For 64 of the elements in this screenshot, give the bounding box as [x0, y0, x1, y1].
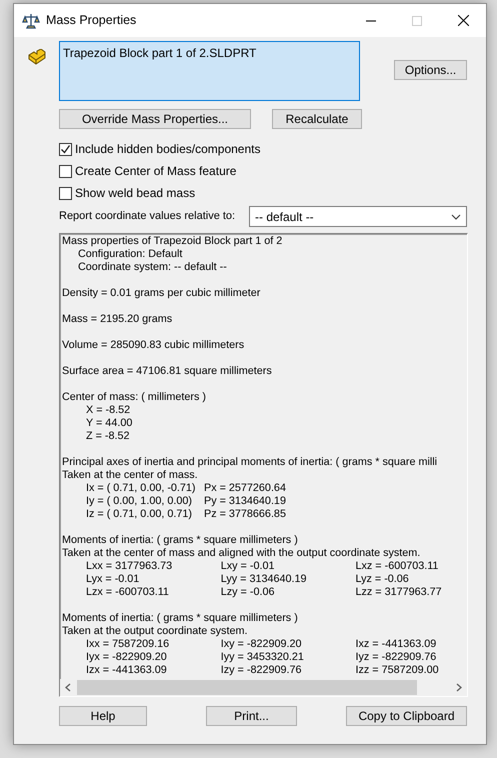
report-value: Iyx = -822909.20	[86, 651, 167, 663]
report-line: Volume = 285090.83 cubic millimeters	[62, 339, 244, 352]
report-line: Taken at the output coordinate system.	[62, 625, 248, 638]
report-value: Z = -8.52	[86, 430, 130, 442]
report-value: X = -8.52	[86, 404, 130, 416]
override-button[interactable]: Override Mass Properties...	[59, 109, 251, 129]
report-value: Lzz = 3177963.77	[356, 586, 442, 598]
coordinate-label: Report coordinate values relative to:	[59, 209, 236, 224]
report-value: Px = 2577260.64	[204, 482, 286, 494]
checkbox[interactable]	[59, 164, 72, 178]
report-value: Lzy = -0.06	[220, 586, 274, 598]
report-line: Coordinate system: -- default --	[78, 261, 227, 274]
report-value: Lxx = 3177963.73	[86, 560, 172, 572]
report-line: Taken at the center of mass.	[62, 469, 198, 482]
report-line: Configuration: Default	[78, 248, 182, 261]
report-value: Ixy = -822909.20	[220, 638, 302, 650]
report-line: Moments of inertia: ( grams * square millimeters )	[62, 534, 298, 547]
report-value: Py = 3134640.19	[204, 495, 286, 507]
recalculate-button[interactable]: Recalculate	[272, 109, 362, 129]
help-button[interactable]: Help	[59, 706, 147, 726]
report-value: Lxz = -600703.11	[356, 560, 438, 572]
report-value: Lyz = -0.06	[356, 573, 409, 585]
report-line: Mass properties of Trapezoid Block part 1 of 2	[62, 235, 282, 248]
close-icon	[458, 15, 468, 26]
report-value: Ixz = -441363.09	[356, 638, 436, 650]
scroll-thumb[interactable]	[77, 680, 417, 695]
print-button[interactable]: Print...	[206, 706, 297, 726]
report-value: Y = 44.00	[86, 417, 132, 429]
report-value: Lyx = -0.01	[86, 573, 140, 585]
checkbox[interactable]	[59, 186, 72, 200]
report-value: Lzx = -600703.11	[86, 586, 169, 598]
checkbox-label[interactable]: Include hidden bodies/components	[75, 140, 260, 158]
report-value: Iyy = 3453320.21	[220, 651, 304, 663]
report-value: Izy = -822909.76	[220, 664, 302, 676]
file-name-field[interactable]: Trapezoid Block part 1 of 2.SLDPRT	[58, 41, 360, 101]
report-line: Density = 0.01 grams per cubic millimeter	[62, 287, 260, 300]
maximize-icon	[412, 16, 422, 26]
checkbox-label[interactable]: Create Center of Mass feature	[75, 162, 236, 180]
report-line: Surface area = 47106.81 square millimeters	[62, 365, 272, 378]
report-line: Taken at the center of mass and aligned with the output coordinate system.	[62, 547, 420, 560]
report-line: Moments of inertia: ( grams * square millimeters )	[62, 612, 298, 625]
report-value: Iy = ( 0.00, 1.00, 0.00)	[86, 495, 192, 507]
report-line: Mass = 2195.20 grams	[62, 313, 172, 326]
report-value: Ixx = 7587209.16	[86, 638, 170, 650]
report-value: Iz = ( 0.71, 0.00, 0.71)	[86, 508, 192, 520]
report-value: Lyy = 3134640.19	[220, 573, 306, 585]
part-icon	[28, 49, 46, 65]
chevron-icon	[451, 214, 461, 220]
report-line: Center of mass: ( millimeters )	[62, 391, 206, 404]
scale-icon	[22, 12, 40, 30]
report-value: Izx = -441363.09	[86, 664, 167, 676]
copy-button[interactable]: Copy to Clipboard	[346, 706, 467, 726]
checkbox[interactable]	[59, 142, 72, 156]
report-value: Ix = ( 0.71, 0.00, -0.71)	[86, 482, 196, 494]
report-value: Izz = 7587209.00	[356, 664, 439, 676]
dropdown-value: -- default --	[255, 208, 314, 226]
options-button[interactable]: Options...	[394, 60, 467, 80]
report-value: Pz = 3778666.85	[204, 508, 286, 520]
report-value: Lxy = -0.01	[220, 560, 274, 572]
coordinate-dropdown[interactable]: -- default --	[249, 206, 467, 227]
window-title: Mass Properties	[46, 12, 138, 30]
checkbox-label[interactable]: Show weld bead mass	[75, 184, 196, 202]
report-line: Principal axes of inertia and principal moments of inertia: ( grams * square milli	[62, 456, 438, 469]
report-value: Iyz = -822909.76	[356, 651, 436, 663]
